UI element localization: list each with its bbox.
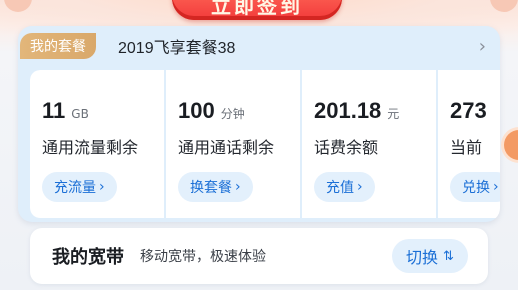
signin-button[interactable]: 立即签到 <box>172 0 342 20</box>
redeem-button[interactable]: 兑换 › <box>450 172 500 202</box>
balance-value: 201.18 <box>314 98 382 123</box>
balance-unit: 元 <box>387 107 400 121</box>
voice-remaining-value: 100 <box>178 98 215 123</box>
points-value: 273 <box>450 98 487 123</box>
recharge-button[interactable]: 充值 › <box>314 172 375 202</box>
top-up-data-button[interactable]: 充流量 › <box>42 172 117 202</box>
switch-arrows-icon: ⇅ <box>443 248 454 264</box>
tile-balance[interactable]: 201.18 元 话费余额 充值 › <box>302 70 436 218</box>
balance-label: 话费余额 <box>314 138 379 157</box>
side-float-icon[interactable] <box>504 130 518 160</box>
chevron-right-icon: › <box>493 179 499 195</box>
chevron-right-icon: › <box>235 179 241 195</box>
change-package-label: 换套餐 <box>190 180 232 196</box>
package-header[interactable]: 我的套餐 2019飞享套餐38 › <box>18 26 500 66</box>
data-remaining-label: 通用流量剩余 <box>42 138 139 157</box>
data-remaining-value: 11 <box>42 98 66 123</box>
tile-data[interactable]: 11 GB 通用流量剩余 充流量 › <box>30 70 164 218</box>
redeem-label: 兑换 <box>462 180 490 196</box>
points-label: 当前 <box>450 138 483 157</box>
voice-remaining-label: 通用通话剩余 <box>178 138 275 157</box>
my-package-tag: 我的套餐 <box>20 33 96 59</box>
chevron-right-icon[interactable]: › <box>479 36 486 57</box>
tile-points[interactable]: 273 当前 兑换 › <box>438 70 500 218</box>
tile-voice[interactable]: 100 分钟 通用通话剩余 换套餐 › <box>166 70 300 218</box>
chevron-right-icon: › <box>357 179 363 195</box>
recharge-label: 充值 <box>326 180 354 196</box>
switch-label: 切换 <box>406 248 439 267</box>
broadband-subtitle: 移动宽带，极速体验 <box>140 249 266 265</box>
chevron-right-icon: › <box>99 179 105 195</box>
balance-tiles: 11 GB 通用流量剩余 充流量 › 100 分钟 通用通话剩余 换套餐 › 201… <box>30 70 500 218</box>
top-up-data-label: 充流量 <box>54 180 96 196</box>
broadband-card: 我的宽带 移动宽带，极速体验 切换 ⇅ <box>30 228 488 284</box>
package-card: 我的套餐 2019飞享套餐38 › 11 GB 通用流量剩余 充流量 › 100 … <box>18 26 500 222</box>
package-name: 2019飞享套餐38 <box>118 40 236 57</box>
broadband-title: 我的宽带 <box>52 247 124 268</box>
data-remaining-unit: GB <box>71 107 89 121</box>
switch-broadband-button[interactable]: 切换 ⇅ <box>392 239 468 273</box>
change-package-button[interactable]: 换套餐 › <box>178 172 253 202</box>
voice-remaining-unit: 分钟 <box>220 107 245 121</box>
